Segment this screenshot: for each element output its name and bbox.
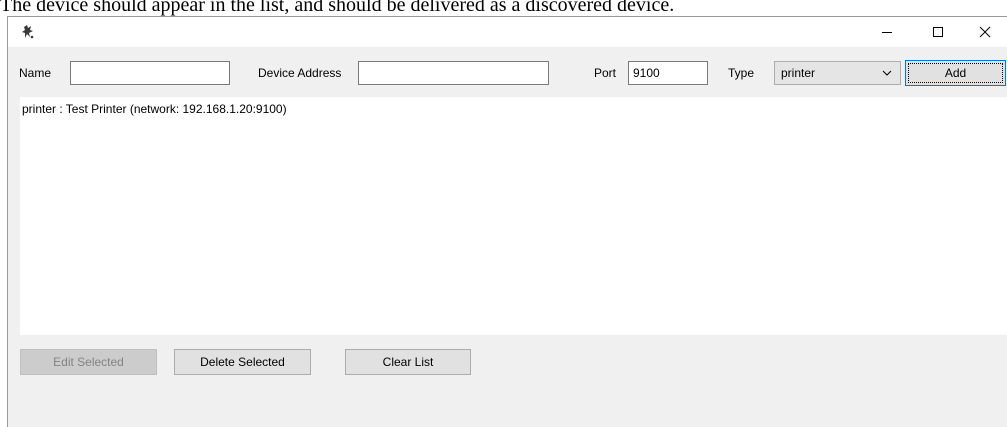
name-input[interactable] [70,61,230,85]
device-list[interactable]: printer : Test Printer (network: 192.168… [20,97,1007,335]
edit-selected-label: Edit Selected [53,355,124,369]
app-logo-icon [20,24,36,40]
add-button[interactable]: Add [905,60,1006,86]
device-address-input[interactable] [358,61,549,85]
close-icon [979,26,991,38]
clear-list-button[interactable]: Clear List [345,349,471,375]
title-bar[interactable] [8,17,1007,47]
port-label: Port [594,66,617,80]
clear-list-label: Clear List [382,355,434,369]
type-label: Type [728,66,755,80]
close-button[interactable] [962,17,1007,47]
delete-selected-label: Delete Selected [200,355,285,369]
delete-selected-button[interactable]: Delete Selected [174,349,311,375]
chevron-down-icon [882,70,892,76]
port-input[interactable] [628,61,708,85]
minimize-icon [882,32,892,33]
type-selected-value: printer [781,66,816,80]
name-label: Name [19,66,52,80]
edit-selected-button[interactable]: Edit Selected [20,349,157,375]
device-address-label: Device Address [258,66,342,80]
caption-text: The device should appear in the list, an… [0,0,675,16]
type-dropdown[interactable]: printer [774,61,901,85]
list-item[interactable]: printer : Test Printer (network: 192.168… [22,102,287,116]
focus-ring [908,63,1003,83]
minimize-button[interactable] [864,17,910,47]
maximize-button[interactable] [915,17,961,47]
maximize-icon [933,27,943,37]
app-window: Name Device Address Port Type printer Ad… [7,16,1007,427]
